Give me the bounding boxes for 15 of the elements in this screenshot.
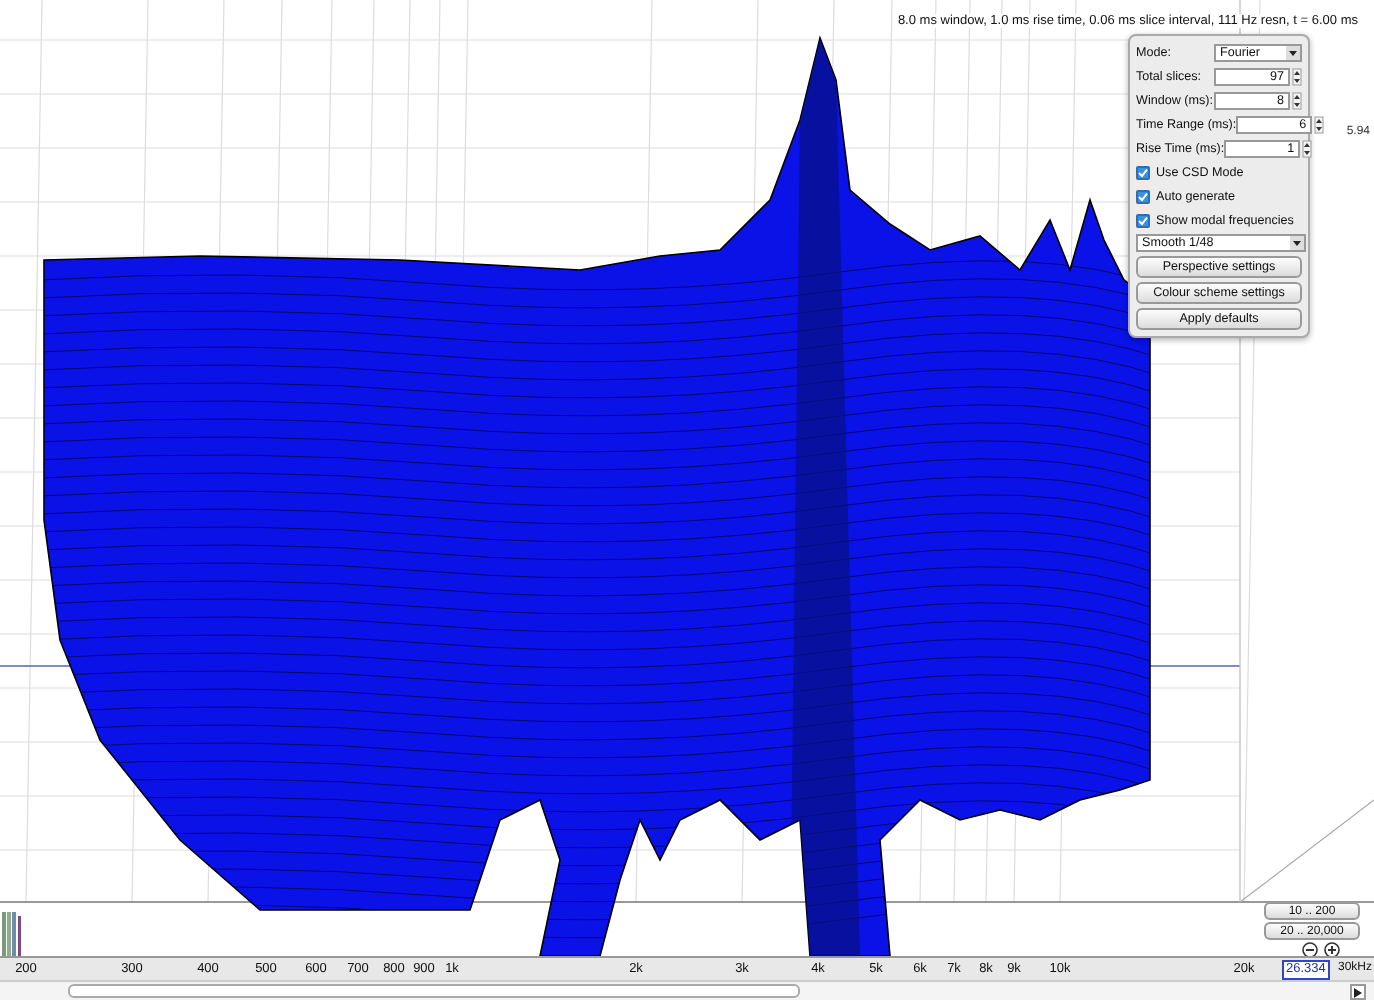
checkbox[interactable] bbox=[1136, 165, 1150, 179]
stepper-icon[interactable] bbox=[1302, 139, 1313, 157]
checkbox[interactable] bbox=[1136, 213, 1150, 227]
stepper-icon[interactable] bbox=[1314, 115, 1325, 133]
level-meter-drawing bbox=[2, 912, 21, 956]
checkbox[interactable] bbox=[1136, 189, 1150, 203]
right-arrow-icon bbox=[1354, 987, 1362, 997]
zoom-out-button[interactable] bbox=[1302, 942, 1318, 956]
stepper-icon[interactable] bbox=[1292, 67, 1302, 85]
scroll-right-button[interactable] bbox=[1350, 984, 1366, 1000]
caret-icon bbox=[1290, 236, 1304, 250]
stepper-icon[interactable] bbox=[1292, 91, 1302, 109]
caret-icon bbox=[1286, 45, 1300, 59]
horizontal-scrollbar[interactable] bbox=[0, 980, 1374, 1000]
scrollbar-thumb[interactable] bbox=[68, 984, 800, 998]
